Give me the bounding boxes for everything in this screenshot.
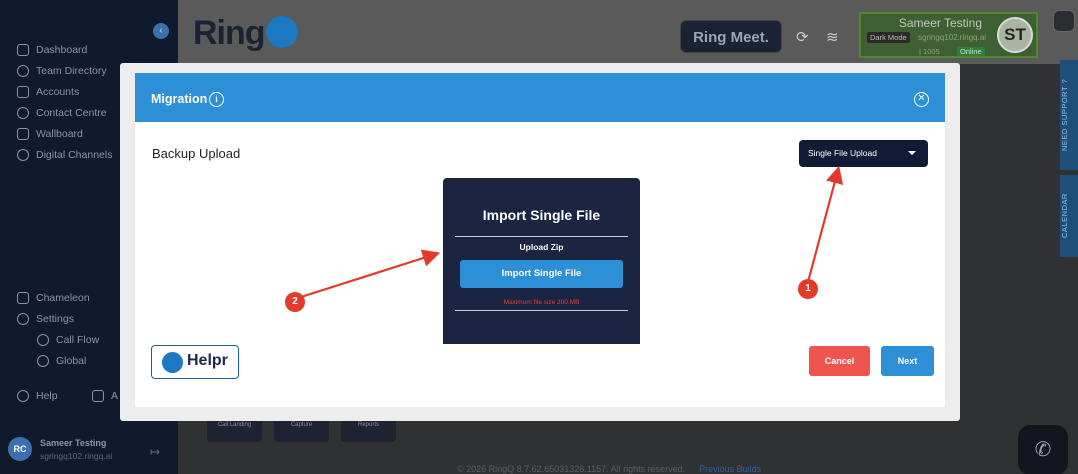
- ringq-logo: Ring: [193, 14, 298, 53]
- flow-icon: [37, 334, 49, 346]
- migration-modal-frame: Migration i ✕ Backup Upload Single File …: [120, 63, 960, 421]
- sidebar-item-contact-centre[interactable]: Contact Centre: [17, 107, 107, 119]
- logo-q-icon: [265, 16, 298, 48]
- annotation-badge-2: 2: [285, 292, 305, 312]
- refresh-icon[interactable]: ⟳: [796, 28, 809, 46]
- avatar: ST: [997, 17, 1033, 53]
- calendar-tab[interactable]: CALENDAR: [1060, 175, 1078, 257]
- close-icon[interactable]: ✕: [914, 92, 929, 107]
- dark-mode-toggle[interactable]: Dark Mode: [867, 32, 910, 43]
- user-email: sgringq102.ringq.ai: [918, 33, 987, 42]
- logout-icon[interactable]: ↦: [150, 445, 160, 459]
- annotation-badge-1: 1: [798, 279, 818, 299]
- sidebar-user[interactable]: RC Sameer Testing sgringq102.ringq.ai: [8, 437, 112, 461]
- ring-meet-button[interactable]: Ring Meet.: [680, 20, 782, 53]
- upload-zip-label: Upload Zip: [519, 242, 564, 252]
- helpr-button[interactable]: Helpr: [151, 345, 239, 379]
- phone-icon: [17, 107, 29, 119]
- gear-icon: [17, 313, 29, 325]
- sidebar-item-call-flow[interactable]: Call Flow: [37, 334, 99, 346]
- help-icon: [17, 390, 29, 402]
- sidebar-item-a[interactable]: A: [92, 390, 118, 402]
- avatar: RC: [8, 437, 32, 461]
- import-card-title: Import Single File: [482, 207, 601, 223]
- account-icon: [17, 86, 29, 98]
- sidebar-item-chameleon[interactable]: Chameleon: [17, 292, 90, 304]
- sidebar-item-digital-channels[interactable]: Digital Channels: [17, 149, 112, 161]
- divider: [455, 310, 628, 311]
- globe-icon: [37, 355, 49, 367]
- helpr-logo-icon: [162, 352, 183, 373]
- import-single-file-button[interactable]: Import Single File: [460, 260, 623, 288]
- mobile-icon: [17, 292, 29, 304]
- section-title: Backup Upload: [152, 146, 241, 161]
- sidebar-item-team-directory[interactable]: Team Directory: [17, 65, 107, 77]
- max-file-size-note: Maximum file size 200 MB: [503, 299, 580, 306]
- previous-builds-link[interactable]: Previous Builds: [699, 464, 761, 474]
- home-icon: [17, 44, 29, 56]
- video-icon[interactable]: [1053, 10, 1075, 32]
- next-button[interactable]: Next: [881, 346, 934, 376]
- user-status-card[interactable]: Sameer Testing Dark Mode sgringq102.ring…: [859, 12, 1038, 58]
- info-icon[interactable]: i: [209, 92, 224, 107]
- import-card: Import Single File Upload Zip Import Sin…: [443, 178, 640, 344]
- sidebar-item-help[interactable]: Help: [17, 390, 58, 402]
- divider: [455, 236, 628, 237]
- user-name: Sameer Testing: [898, 16, 982, 30]
- upload-type-select[interactable]: Single File Upload: [799, 140, 928, 167]
- sidebar-user-name: Sameer Testing: [40, 437, 107, 448]
- modal-header: Migration i ✕: [135, 73, 945, 122]
- sidebar-collapse-button[interactable]: ‹: [153, 23, 169, 39]
- chat-icon: [17, 149, 29, 161]
- migration-modal: Migration i ✕ Backup Upload Single File …: [135, 73, 945, 407]
- upload-type-value: Single File Upload: [808, 148, 877, 158]
- sidebar-item-global[interactable]: Global: [37, 355, 86, 367]
- user-icon: [17, 65, 29, 77]
- phone-dialer-button[interactable]: ✆: [1018, 425, 1068, 474]
- chevron-down-icon: [908, 151, 916, 155]
- wallboard-icon: [17, 128, 29, 140]
- sidebar-item-wallboard[interactable]: Wallboard: [17, 128, 83, 140]
- sidebar-item-accounts[interactable]: Accounts: [17, 86, 79, 98]
- sidebar-item-dashboard[interactable]: Dashboard: [17, 44, 87, 56]
- status-badge: Online: [957, 47, 985, 56]
- sidebar-user-email: sgringq102.ringq.ai: [40, 450, 113, 461]
- calendar-icon: [92, 390, 104, 402]
- sidebar-item-settings[interactable]: Settings: [17, 313, 74, 325]
- modal-title: Migration: [151, 92, 208, 106]
- wifi-icon: ≋: [826, 29, 839, 46]
- helpr-label: Helpr: [187, 352, 228, 369]
- cancel-button[interactable]: Cancel: [809, 346, 870, 376]
- need-support-tab[interactable]: NEED SUPPORT ?: [1060, 60, 1078, 170]
- user-extension: | 1005: [919, 47, 940, 56]
- footer: © 2026 RingQ 8.7.62.65031326.1157. All r…: [457, 464, 762, 474]
